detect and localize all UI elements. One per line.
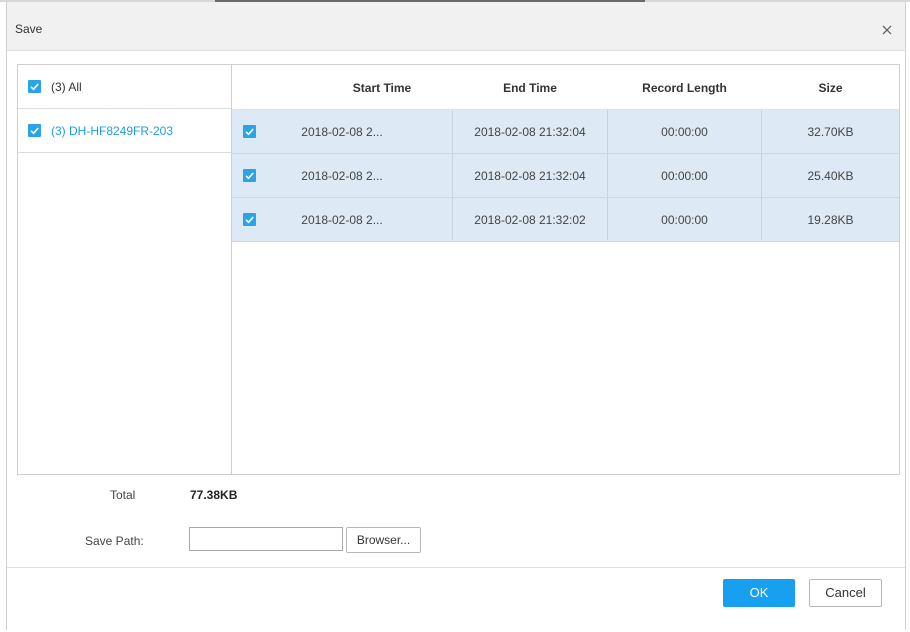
checkmark-icon [30, 127, 39, 135]
footer-divider [7, 567, 905, 568]
column-divider [452, 110, 453, 240]
save-path-input[interactable] [189, 527, 343, 551]
browse-button[interactable]: Browser... [346, 527, 421, 553]
tree-item-device[interactable]: (3) DH-HF8249FR-203 [18, 109, 232, 153]
cell-start-time: 2018-02-08 2... [301, 125, 383, 139]
cell-end-time: 2018-02-08 21:32:04 [474, 125, 586, 139]
record-table: Start Time End Time Record Length Size 2… [231, 64, 900, 475]
checkmark-icon [245, 172, 254, 180]
dialog-title-bar: Save [7, 2, 905, 51]
cancel-button[interactable]: Cancel [809, 579, 882, 607]
dialog-title: Save [15, 22, 43, 36]
save-options: Total 77.38KB Save Path: Browser... [7, 472, 905, 572]
column-record-length[interactable]: Record Length [608, 81, 761, 95]
checkmark-icon [30, 83, 39, 91]
cell-size: 32.70KB [807, 125, 854, 139]
save-dialog: Save (3) All (3) DH-HF8249FR-203 Start T… [6, 2, 906, 630]
column-size[interactable]: Size [762, 81, 899, 95]
device-tree: (3) All (3) DH-HF8249FR-203 [17, 64, 232, 475]
cell-record-length: 00:00:00 [661, 213, 708, 227]
cell-start-time: 2018-02-08 2... [301, 169, 383, 183]
device-checkbox[interactable] [28, 124, 41, 137]
cell-record-length: 00:00:00 [661, 169, 708, 183]
column-end-time[interactable]: End Time [453, 81, 607, 95]
save-path-label: Save Path: [85, 534, 144, 548]
column-start-time[interactable]: Start Time [312, 81, 452, 95]
tree-item-all-label: (3) All [51, 80, 82, 94]
table-row[interactable]: 2018-02-08 2... 2018-02-08 21:32:04 00:0… [232, 110, 899, 154]
table-header: Start Time End Time Record Length Size [232, 65, 899, 110]
total-value: 77.38KB [190, 488, 238, 502]
table-row[interactable]: 2018-02-08 2... 2018-02-08 21:32:02 00:0… [232, 198, 899, 242]
checkmark-icon [245, 128, 254, 136]
table-row[interactable]: 2018-02-08 2... 2018-02-08 21:32:04 00:0… [232, 154, 899, 198]
row-checkbox[interactable] [243, 213, 256, 226]
row-checkbox[interactable] [243, 125, 256, 138]
all-checkbox[interactable] [28, 80, 41, 93]
cell-record-length: 00:00:00 [661, 125, 708, 139]
cell-start-time: 2018-02-08 2... [301, 213, 383, 227]
cell-end-time: 2018-02-08 21:32:02 [474, 213, 586, 227]
tree-item-all[interactable]: (3) All [18, 65, 232, 109]
ok-button[interactable]: OK [723, 579, 795, 607]
cell-size: 19.28KB [807, 213, 854, 227]
column-divider [607, 110, 608, 240]
close-icon[interactable] [879, 22, 895, 38]
row-checkbox[interactable] [243, 169, 256, 182]
cell-size: 25.40KB [807, 169, 854, 183]
screen: Save (3) All (3) DH-HF8249FR-203 Start T… [0, 0, 910, 632]
total-label: Total [110, 488, 136, 502]
cell-end-time: 2018-02-08 21:32:04 [474, 169, 586, 183]
tree-item-device-label[interactable]: (3) DH-HF8249FR-203 [51, 124, 173, 138]
column-divider [761, 110, 762, 240]
checkmark-icon [245, 216, 254, 224]
